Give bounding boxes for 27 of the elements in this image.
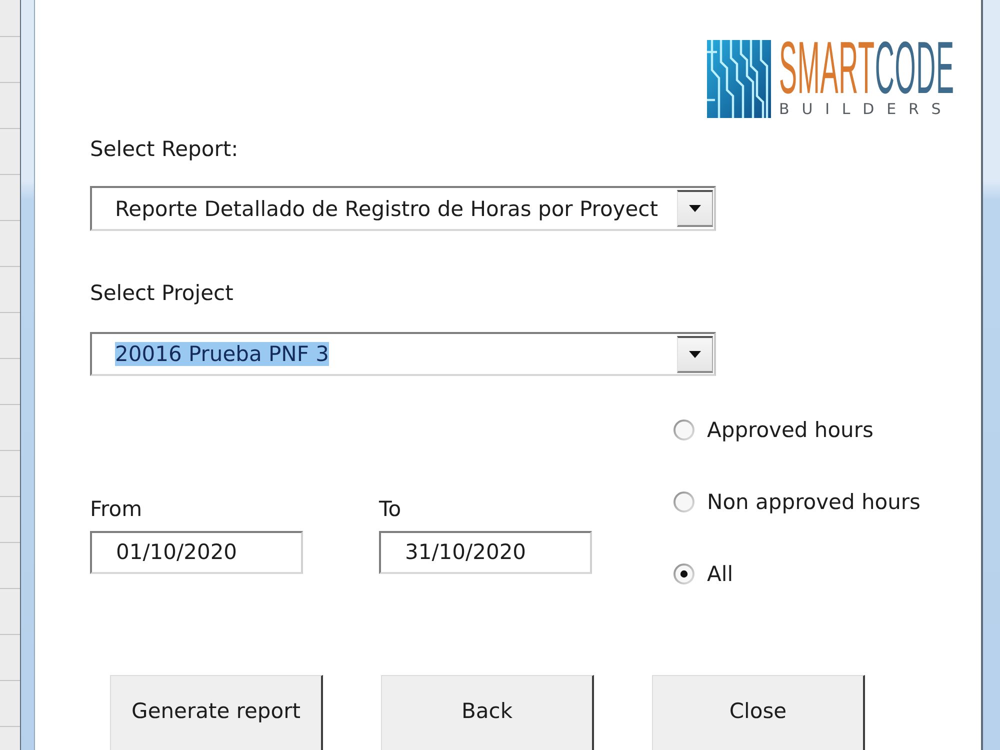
- dropdown-arrow-button[interactable]: [677, 190, 713, 227]
- dialog-button[interactable]: Generate report: [110, 675, 323, 750]
- dropdown-field[interactable]: 20016 Prueba PNF 3: [90, 332, 716, 376]
- field-label: To: [379, 497, 402, 521]
- radio-label[interactable]: Approved hours: [707, 418, 874, 442]
- field-label: Select Project: [90, 281, 234, 305]
- logo-text: CODE: [874, 40, 954, 96]
- radio-label[interactable]: Non approved hours: [707, 490, 920, 514]
- radio-label[interactable]: All: [707, 562, 734, 586]
- radio-button[interactable]: [673, 491, 695, 513]
- circuit-logo-icon: [707, 40, 771, 118]
- caret-icon: [689, 350, 701, 358]
- date-field[interactable]: 31/10/2020: [379, 531, 592, 574]
- dropdown-field[interactable]: Reporte Detallado de Registro de Horas por Proyect: [90, 186, 716, 231]
- radio-button[interactable]: [673, 419, 695, 441]
- caret-icon: [689, 205, 701, 212]
- logo-tagline: BUILDERS: [779, 100, 954, 118]
- radio-button[interactable]: [673, 563, 695, 585]
- logo-text: SMART: [779, 40, 875, 96]
- field-label: From: [90, 497, 142, 521]
- dropdown-arrow-button[interactable]: [677, 336, 713, 372]
- dropdown-value: Reporte Detallado de Registro de Horas por Proyect: [115, 196, 658, 220]
- dialog-button[interactable]: Close: [652, 675, 865, 750]
- dropdown-value: 20016 Prueba PNF 3: [115, 342, 329, 366]
- field-label: Select Report:: [90, 137, 238, 161]
- date-field[interactable]: 01/10/2020: [90, 531, 303, 574]
- dialog-button[interactable]: Back: [381, 675, 594, 750]
